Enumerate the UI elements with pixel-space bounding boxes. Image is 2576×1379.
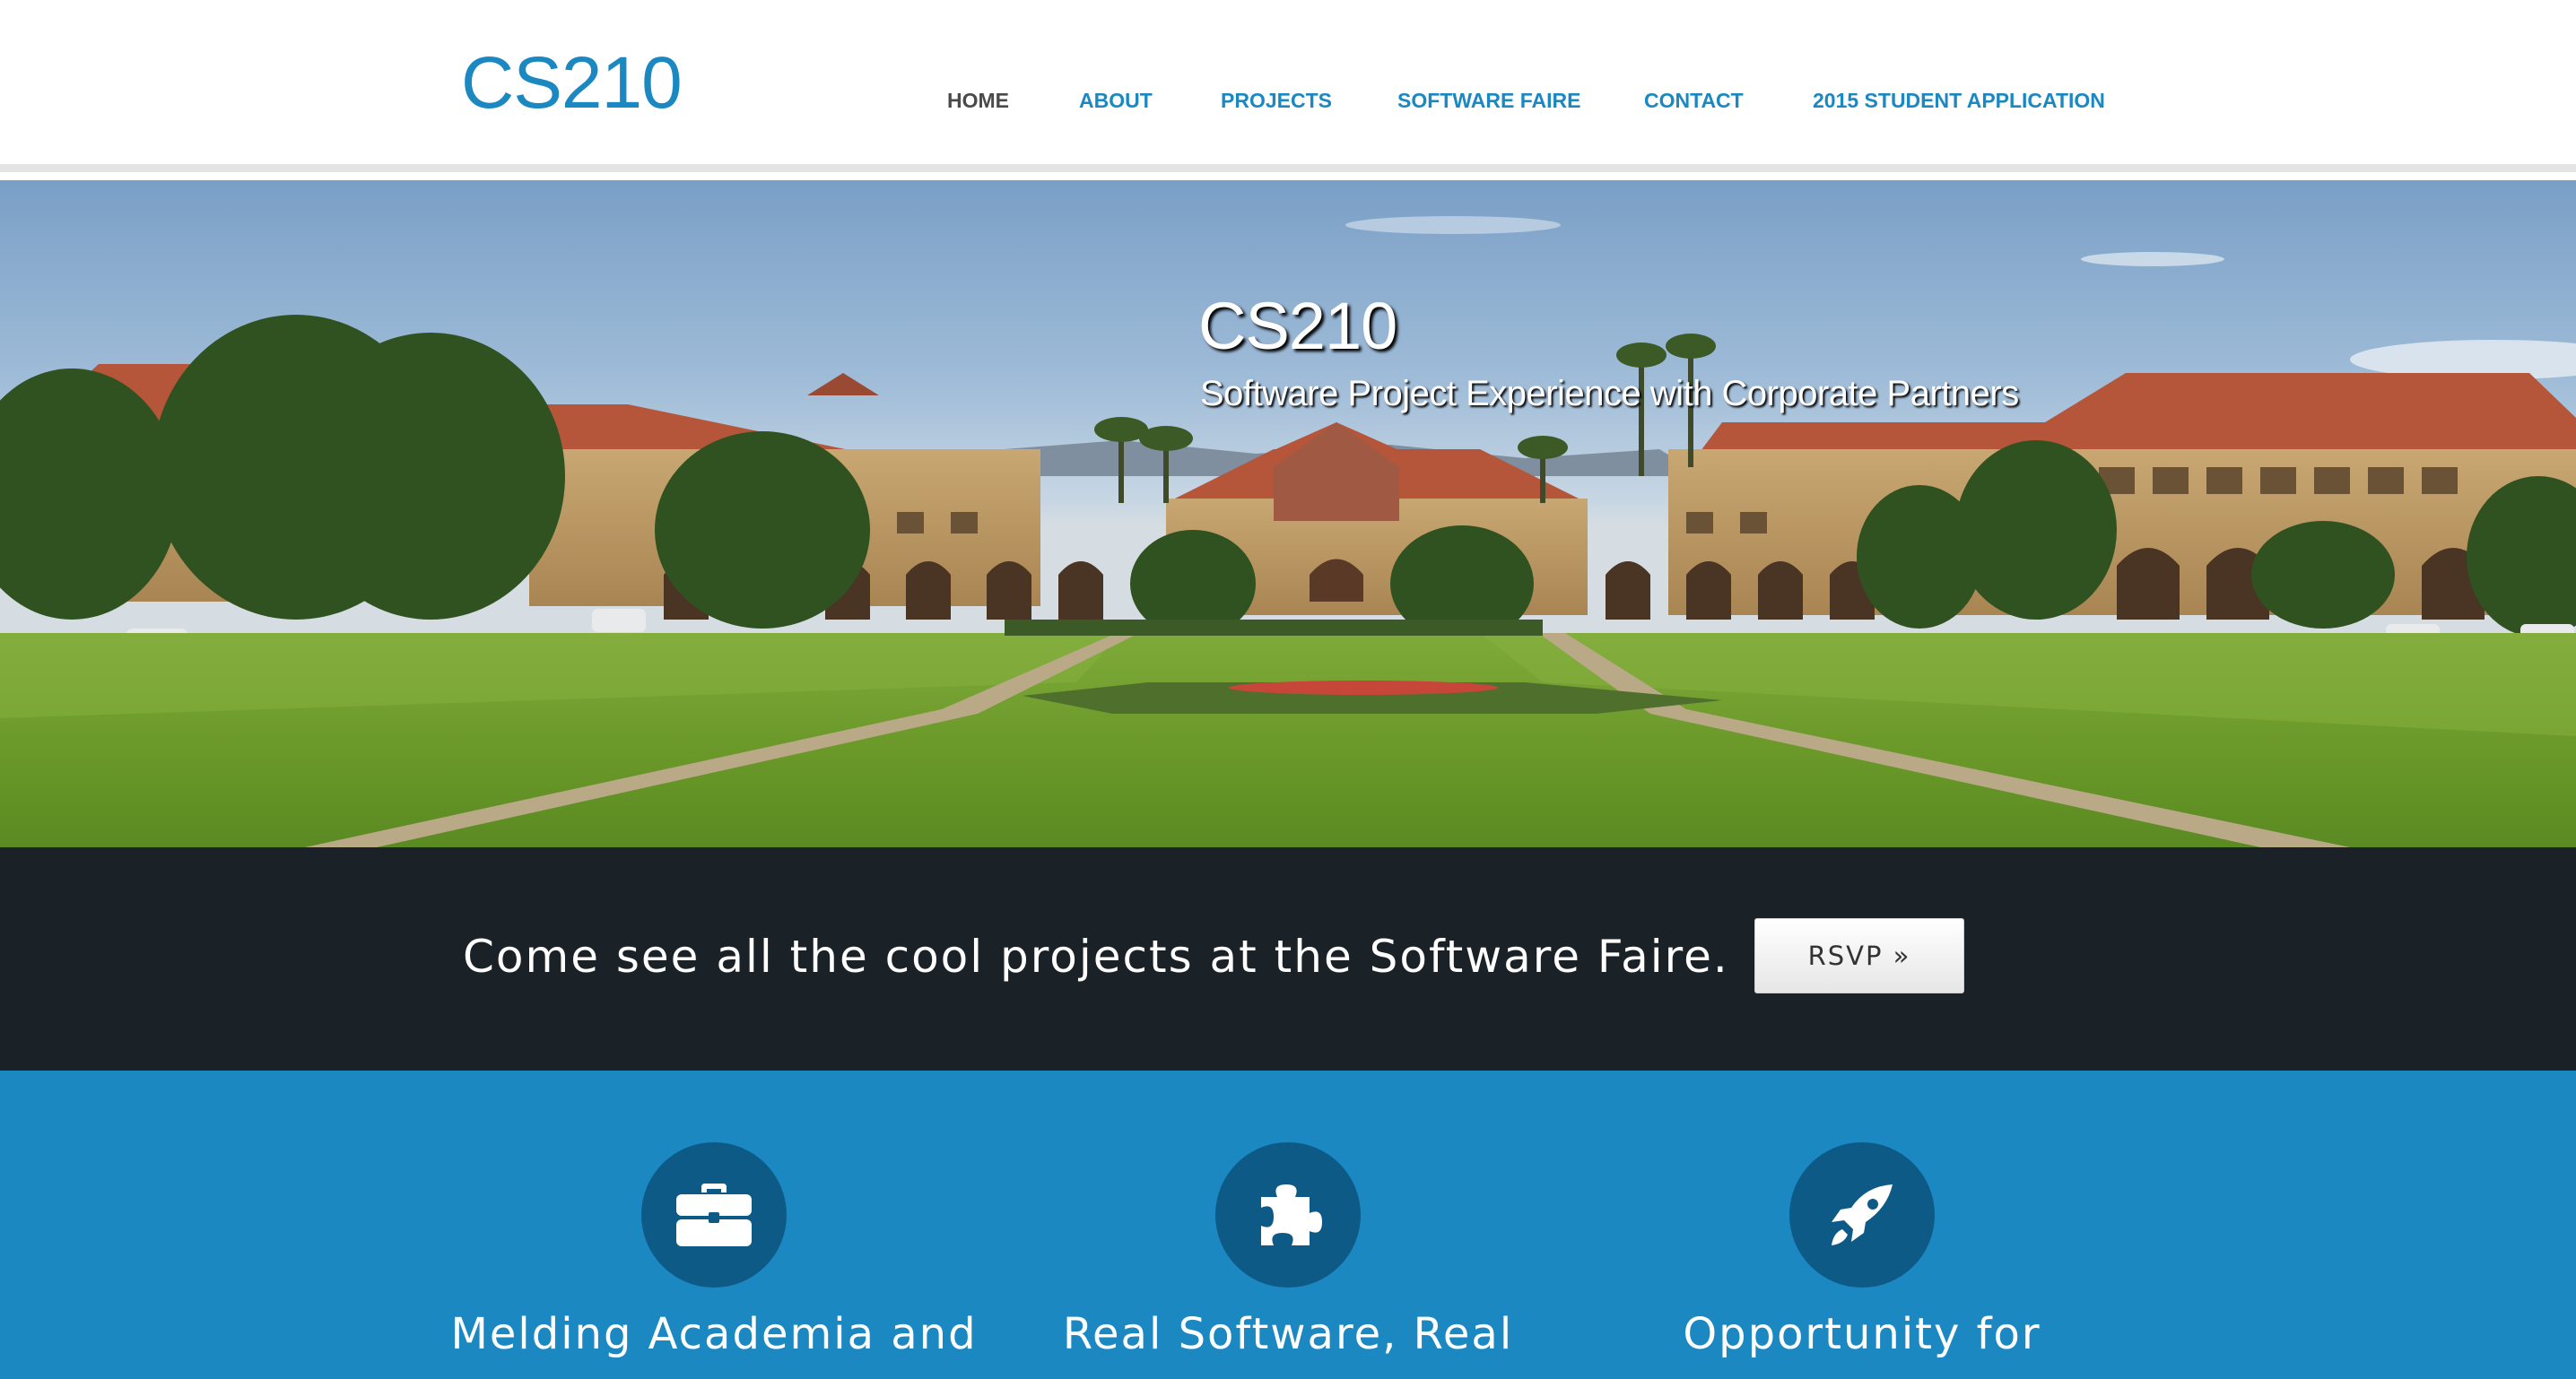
hero-title: CS210 [1198,289,1397,363]
site-header: CS210 HOME ABOUT PROJECTS SOFTWARE FAIRE… [0,0,2576,172]
cta-text: Come see all the cool projects at the So… [463,931,1729,983]
hero-banner: CS210 Software Project Experience with C… [0,180,2576,847]
nav-item-home[interactable]: HOME [947,88,1009,113]
main-nav: HOME ABOUT PROJECTS SOFTWARE FAIRE CONTA… [0,88,2576,115]
feature-title: Real Software, Real [1062,1309,1514,1359]
feature-title: Opportunity for [1683,1309,2041,1359]
feature-icon-circle [1789,1142,1935,1288]
puzzle-piece-icon [1261,1184,1322,1245]
feature-icon-circle [641,1142,787,1288]
hero-subtitle: Software Project Experience with Corpora… [1200,374,2019,413]
rsvp-button[interactable]: RSVP » [1754,918,1964,993]
campus-photo [0,216,2576,847]
nav-item-software-faire[interactable]: SOFTWARE FAIRE [1397,88,1580,113]
rocket-icon [1832,1184,1893,1245]
nav-item-projects[interactable]: PROJECTS [1221,88,1332,113]
briefcase-icon [676,1184,752,1246]
cta-band: Come see all the cool projects at the So… [0,847,2576,1071]
nav-item-student-application[interactable]: 2015 STUDENT APPLICATION [1813,88,2105,113]
nav-item-contact[interactable]: CONTACT [1644,88,1744,113]
feature-icon-circle [1215,1142,1361,1288]
features-band: Melding Academia and Real Software, Real… [0,1071,2576,1379]
feature-title: Melding Academia and [450,1309,978,1359]
nav-item-about[interactable]: ABOUT [1079,88,1153,113]
